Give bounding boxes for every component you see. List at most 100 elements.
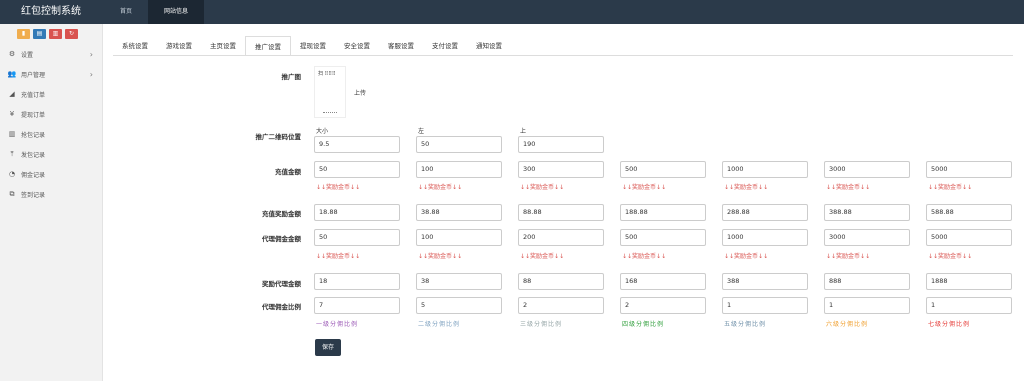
recharge-bonus-input-4[interactable]: 188.88: [620, 204, 706, 221]
level-1-ratio-label: 一级分佣比例: [316, 321, 359, 328]
commission-ratio-input-5[interactable]: 1: [722, 297, 808, 314]
tabs-divider: [113, 55, 1013, 56]
yen-icon: ¥: [9, 110, 15, 118]
agent-commission-input-5[interactable]: 1000: [722, 229, 808, 246]
reward-hint: ↓↓奖励金币↓↓: [622, 253, 667, 260]
file-icon[interactable]: ▤: [33, 29, 46, 39]
reward-hint: ↓↓奖励金币↓↓: [928, 253, 973, 260]
chevron-right-icon: ›: [89, 49, 93, 59]
agent-commission-input-1[interactable]: 50: [314, 229, 400, 246]
area-chart-icon: ◢: [9, 90, 15, 98]
save-button[interactable]: 保存: [315, 339, 341, 356]
reward-hint: ↓↓奖励金币↓↓: [622, 184, 667, 191]
recharge-bonus-input-7[interactable]: 588.88: [926, 204, 1012, 221]
commission-ratio-input-6[interactable]: 1: [824, 297, 910, 314]
level-6-ratio-label: 六级分佣比例: [826, 321, 869, 328]
reward-hint: ↓↓奖励金币↓↓: [418, 184, 463, 191]
reward-agent-input-6[interactable]: 888: [824, 273, 910, 290]
nav-home[interactable]: 首页: [104, 0, 148, 24]
agent-commission-amount-label: 代理佣金金额: [262, 235, 301, 243]
reward-hint: ↓↓奖励金币↓↓: [418, 253, 463, 260]
nav-site-info[interactable]: 网站信息: [148, 0, 205, 24]
sidebar-item-send-records[interactable]: ⤒ 发包记录: [0, 144, 102, 164]
reward-agent-input-3[interactable]: 88: [518, 273, 604, 290]
tab-game[interactable]: 游戏设置: [157, 36, 201, 56]
recharge-amount-input-2[interactable]: 100: [416, 161, 502, 178]
recharge-amount-input-6[interactable]: 3000: [824, 161, 910, 178]
reward-hint: ↓↓奖励金币↓↓: [316, 253, 361, 260]
brand-title: 红包控制系统: [21, 6, 81, 17]
qr-left-input[interactable]: 50: [416, 136, 502, 153]
sidebar-item-commission-records[interactable]: ◔ 佣金记录: [0, 164, 102, 184]
sidebar-item-recharge-orders[interactable]: ◢ 充值订单: [0, 84, 102, 104]
reward-hint: ↓↓奖励金币↓↓: [724, 253, 769, 260]
reward-hint: ↓↓奖励金币↓↓: [928, 184, 973, 191]
agent-commission-input-4[interactable]: 500: [620, 229, 706, 246]
sidebar-item-users[interactable]: 👥 用户管理 ›: [0, 64, 102, 84]
refresh-icon[interactable]: ↻: [65, 29, 78, 39]
sidebar: ▮ ▤ ▥ ↻ ⚙ 设置 › 👥 用户管理 › ◢ 充值订单 ¥ 提现订单 ▥ …: [0, 24, 103, 381]
recharge-bonus-input-5[interactable]: 288.88: [722, 204, 808, 221]
reward-hint: ↓↓奖励金币↓↓: [520, 184, 565, 191]
recharge-bonus-input-6[interactable]: 388.88: [824, 204, 910, 221]
agent-commission-input-6[interactable]: 3000: [824, 229, 910, 246]
commission-ratio-input-3[interactable]: 2: [518, 297, 604, 314]
commission-ratio-input-2[interactable]: 5: [416, 297, 502, 314]
pie-chart-icon: ◔: [8, 170, 16, 178]
recharge-amount-input-7[interactable]: 5000: [926, 161, 1012, 178]
sidebar-item-label: 充值订单: [21, 91, 46, 99]
sidebar-item-label: 发包记录: [21, 151, 46, 159]
reward-agent-input-5[interactable]: 388: [722, 273, 808, 290]
tab-payment[interactable]: 支付设置: [423, 36, 467, 56]
commission-ratio-input-7[interactable]: 1: [926, 297, 1012, 314]
recharge-amount-input-1[interactable]: 50: [314, 161, 400, 178]
reward-agent-input-4[interactable]: 168: [620, 273, 706, 290]
tab-notification[interactable]: 通知设置: [467, 36, 511, 56]
reward-agent-input-1[interactable]: 18: [314, 273, 400, 290]
recharge-amount-input-4[interactable]: 500: [620, 161, 706, 178]
recharge-amount-input-5[interactable]: 1000: [722, 161, 808, 178]
top-bar: 红包控制系统 首页 网站信息: [0, 0, 1024, 24]
upload-icon: ⤒: [10, 149, 14, 158]
reward-hint: ↓↓奖励金币↓↓: [316, 184, 361, 191]
upload-button[interactable]: 上传: [354, 88, 366, 97]
qr-top-input[interactable]: 190: [518, 136, 604, 153]
tab-security[interactable]: 安全设置: [335, 36, 379, 56]
sidebar-item-checkin-records[interactable]: ⧉ 签到记录: [0, 184, 102, 204]
reward-hint: ↓↓奖励金币↓↓: [724, 184, 769, 191]
tab-promotion[interactable]: 推广设置: [245, 36, 291, 56]
agent-commission-input-7[interactable]: 5000: [926, 229, 1012, 246]
bar-chart-icon: ▥: [8, 130, 16, 138]
sidebar-item-withdraw-orders[interactable]: ¥ 提现订单: [0, 104, 102, 124]
recharge-bonus-input-1[interactable]: 18.88: [314, 204, 400, 221]
tab-service[interactable]: 客服设置: [379, 36, 423, 56]
recharge-amount-input-3[interactable]: 300: [518, 161, 604, 178]
bar-chart-icon[interactable]: ▮: [17, 29, 30, 39]
settings-tabs: 系统设置 游戏设置 主页设置 推广设置 提现设置 安全设置 客服设置 支付设置 …: [113, 36, 511, 56]
promo-image-preview[interactable]: 扫 ⠿⠿⠿: [314, 66, 346, 118]
reward-agent-input-2[interactable]: 38: [416, 273, 502, 290]
users-icon: 👥: [7, 70, 17, 78]
commission-ratio-input-4[interactable]: 2: [620, 297, 706, 314]
qr-left-caption: 左: [418, 128, 425, 135]
sidebar-item-settings[interactable]: ⚙ 设置 ›: [0, 44, 102, 64]
preview-text: 扫 ⠿⠿⠿: [318, 71, 336, 77]
clone-icon: ⧉: [9, 189, 15, 198]
trash-icon[interactable]: ▥: [49, 29, 62, 39]
reward-agent-input-7[interactable]: 1888: [926, 273, 1012, 290]
qr-size-input[interactable]: 9.5: [314, 136, 400, 153]
commission-ratio-input-1[interactable]: 7: [314, 297, 400, 314]
sidebar-item-label: 签到记录: [21, 191, 46, 199]
tab-withdraw[interactable]: 提现设置: [291, 36, 335, 56]
agent-commission-input-3[interactable]: 200: [518, 229, 604, 246]
tab-homepage[interactable]: 主页设置: [201, 36, 245, 56]
chevron-right-icon: ›: [89, 69, 93, 79]
tab-system[interactable]: 系统设置: [113, 36, 157, 56]
level-5-ratio-label: 五级分佣比例: [724, 321, 767, 328]
reward-hint: ↓↓奖励金币↓↓: [826, 253, 871, 260]
sidebar-item-grab-records[interactable]: ▥ 抢包记录: [0, 124, 102, 144]
recharge-bonus-input-3[interactable]: 88.88: [518, 204, 604, 221]
agent-commission-input-2[interactable]: 100: [416, 229, 502, 246]
recharge-bonus-input-2[interactable]: 38.88: [416, 204, 502, 221]
sidebar-item-label: 佣金记录: [21, 171, 46, 179]
